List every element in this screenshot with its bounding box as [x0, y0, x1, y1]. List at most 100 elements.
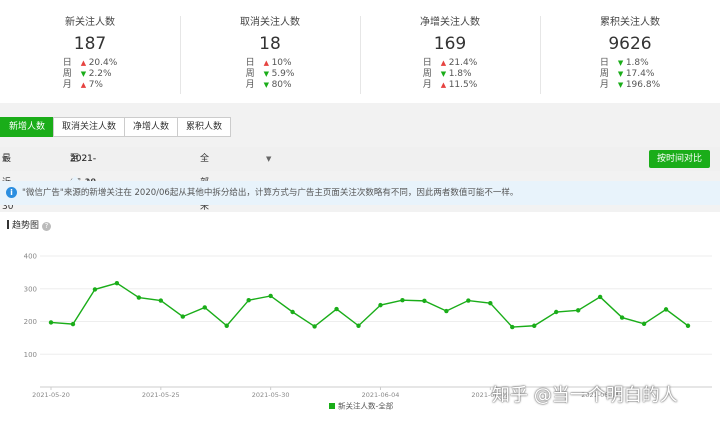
change-value: 20.4%	[88, 58, 118, 68]
stat-value: 18	[259, 34, 281, 54]
data-point	[685, 323, 691, 328]
period-label: 月	[599, 80, 609, 90]
data-point	[246, 298, 251, 303]
data-point	[488, 300, 493, 306]
data-point	[532, 323, 537, 328]
stat-card: 取消关注人数 18 日 ▲ 10% 周 ▼ 5.9% 月 ▼ 80%	[180, 0, 360, 103]
change-value: 21.4%	[448, 58, 478, 68]
stat-card: 新关注人数 187 日 ▲ 20.4% 周 ▼ 2.2% 月 ▲ 7%	[0, 0, 180, 103]
stat-title: 累积关注人数	[600, 17, 660, 28]
data-point	[510, 324, 515, 330]
data-point	[663, 307, 669, 312]
x-tick-label: 2021-05-25	[142, 391, 180, 399]
notice-text: "微信广告"来源的新增关注在 2020/06起从其他中拆分给出，计算方式与广告主…	[22, 188, 519, 198]
change-value: 17.4%	[625, 69, 655, 79]
data-point	[158, 298, 164, 303]
change-value: 10%	[271, 58, 292, 68]
arrow-down-icon: ▼	[80, 70, 87, 78]
data-point	[400, 298, 405, 303]
period-label: 月	[422, 80, 432, 90]
tab-3[interactable]: 累积人数	[177, 117, 232, 137]
period-label: 日	[245, 58, 255, 68]
stat-change-row: 月 ▲ 7%	[63, 80, 118, 91]
data-point	[224, 323, 229, 328]
legend-swatch	[329, 403, 335, 409]
data-point	[597, 294, 603, 300]
period-label: 日	[62, 58, 72, 68]
data-point	[202, 305, 207, 310]
data-point	[92, 287, 98, 292]
stat-change-row: 日 ▼ 1.8%	[600, 58, 660, 69]
data-point	[619, 315, 625, 320]
stat-card: 累积关注人数 9626 日 ▼ 1.8% 周 ▼ 17.4% 月 ▼ 196.8%	[540, 0, 720, 103]
period-label: 月	[245, 80, 255, 90]
data-point	[466, 298, 471, 303]
data-point	[180, 314, 185, 319]
chevron-down-icon: ▼	[2, 155, 8, 163]
stat-title: 净增关注人数	[420, 17, 480, 28]
change-value: 196.8%	[625, 80, 661, 90]
chevron-down-icon[interactable]: ▼	[266, 147, 271, 171]
data-point	[378, 302, 383, 308]
change-value: 7%	[88, 80, 103, 90]
data-point	[268, 293, 273, 299]
y-tick-label: 400	[24, 253, 37, 261]
change-value: 5.9%	[271, 69, 295, 79]
stat-change-row: 日 ▲ 10%	[246, 58, 295, 69]
tab-1[interactable]: 取消关注人数	[53, 117, 126, 137]
compare-by-time-button[interactable]: 按时间对比	[648, 150, 710, 168]
data-point	[575, 308, 581, 313]
metric-tabs: 新增人数 取消关注人数 净增人数 累积人数	[0, 117, 232, 137]
stat-change-row: 周 ▼ 17.4%	[600, 69, 660, 80]
stat-value: 187	[73, 34, 107, 54]
info-icon: i	[6, 187, 17, 198]
notice-banner: i "微信广告"来源的新增关注在 2020/06起从其他中拆分给出，计算方式与广…	[0, 181, 720, 205]
data-point	[444, 308, 449, 314]
tab-2[interactable]: 净增人数	[124, 117, 179, 137]
stat-changes: 日 ▲ 20.4% 周 ▼ 2.2% 月 ▲ 7%	[63, 58, 118, 91]
stat-changes: 日 ▲ 21.4% 周 ▼ 1.8% 月 ▲ 11.5%	[423, 58, 478, 91]
data-point	[70, 321, 76, 327]
period-label: 周	[599, 69, 609, 79]
data-point	[554, 309, 559, 315]
stat-change-row: 月 ▼ 80%	[246, 80, 295, 91]
arrow-down-icon: ▼	[617, 70, 624, 78]
stat-change-row: 日 ▲ 21.4%	[423, 58, 478, 69]
change-value: 1.8%	[448, 69, 472, 79]
data-point	[136, 295, 142, 300]
y-tick-label: 200	[24, 318, 37, 326]
data-point	[334, 306, 339, 312]
x-tick-label: 2021-05-30	[252, 391, 290, 399]
period-label: 日	[599, 58, 609, 68]
data-point	[422, 298, 427, 304]
change-value: 2.2%	[88, 69, 112, 79]
filter-bar: 最近30天 ▼ 2021-05-20 至 2021-06-18 全部来源 ▼	[0, 147, 720, 236]
arrow-down-icon: ▼	[440, 70, 447, 78]
stat-changes: 日 ▲ 10% 周 ▼ 5.9% 月 ▼ 80%	[246, 58, 295, 91]
stat-change-row: 周 ▼ 1.8%	[423, 69, 478, 80]
change-value: 1.8%	[625, 58, 649, 68]
stat-change-row: 日 ▲ 20.4%	[63, 58, 118, 69]
stat-value: 169	[433, 34, 467, 54]
period-label: 月	[62, 80, 72, 90]
x-tick-label: 2021-06-04	[362, 391, 400, 399]
stats-summary: 新关注人数 187 日 ▲ 20.4% 周 ▼ 2.2% 月 ▲ 7% 取消关注人数 18 日 ▲ 10% 周 ▼…	[0, 0, 720, 103]
data-point	[641, 321, 647, 326]
x-tick-label: 2021-05-20	[32, 391, 70, 399]
change-value: 80%	[271, 80, 292, 90]
arrow-up-icon: ▲	[80, 59, 87, 67]
legend-label: 新关注人数-全部	[338, 401, 394, 411]
data-point	[114, 280, 120, 286]
y-tick-label: 300	[24, 285, 37, 293]
data-point	[290, 309, 295, 315]
arrow-down-icon: ▼	[617, 81, 624, 89]
data-point	[356, 323, 361, 328]
stat-change-row: 周 ▼ 2.2%	[63, 69, 118, 80]
stat-changes: 日 ▼ 1.8% 周 ▼ 17.4% 月 ▼ 196.8%	[600, 58, 660, 91]
arrow-down-icon: ▼	[263, 70, 269, 78]
stat-change-row: 月 ▼ 196.8%	[600, 80, 660, 91]
stat-change-row: 月 ▲ 11.5%	[423, 80, 478, 91]
tab-0[interactable]: 新增人数	[0, 117, 55, 137]
stat-title: 新关注人数	[65, 17, 115, 28]
period-label: 周	[422, 69, 432, 79]
